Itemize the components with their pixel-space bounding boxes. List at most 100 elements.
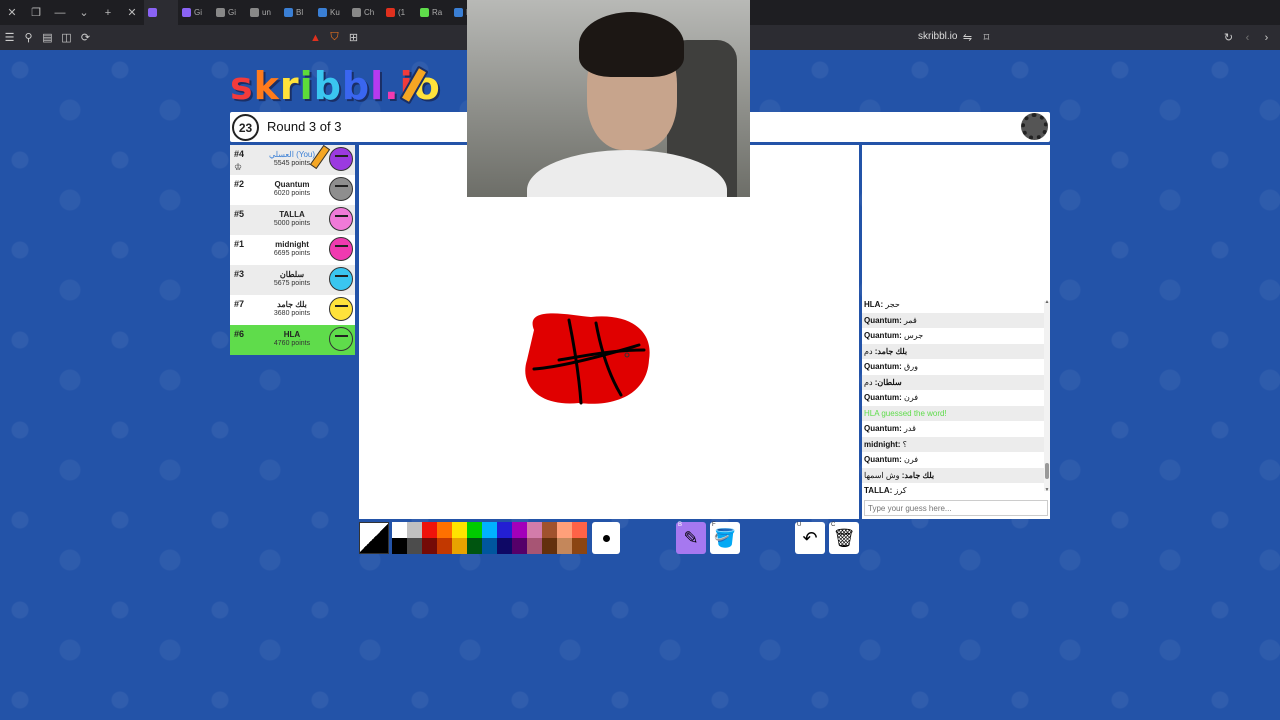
tab-groups-icon[interactable]: ▤ [38,25,57,50]
player-points: 5000 points [273,220,311,227]
pencil-tool-button[interactable]: B ✎ [676,522,706,554]
browser-tab[interactable]: Bl [280,0,314,25]
color-swatch[interactable] [392,522,407,538]
url-text[interactable]: skribbl.io [918,31,957,42]
color-swatch[interactable] [572,538,587,554]
chat-text: حجر [883,300,900,309]
color-swatch[interactable] [542,522,557,538]
new-tab-icon[interactable]: + [96,0,120,25]
tab-favicon-icon [182,8,191,17]
color-swatch[interactable] [437,538,452,554]
close-tab-icon[interactable]: ✕ [120,0,144,25]
color-swatch[interactable] [452,522,467,538]
tab-favicon-icon [284,8,293,17]
chat-scrollbar[interactable]: ▲ ▼ [1044,299,1050,493]
active-tab[interactable] [144,0,178,25]
color-swatch[interactable] [572,522,587,538]
color-swatch[interactable] [467,538,482,554]
player-rank: #1 [234,239,245,249]
color-swatch[interactable] [392,538,407,554]
close-window-icon[interactable]: ✕ [0,0,24,25]
chat-message: HLA: حجر [862,297,1044,313]
browser-tab[interactable]: Ch [348,0,382,25]
player-avatar [329,267,353,291]
color-swatch[interactable] [542,538,557,554]
player-row[interactable]: #7 بلك جامد 3680 points [230,295,355,325]
split-view-icon[interactable]: ◫ [57,25,76,50]
bookmark-icon[interactable]: ⌑ [977,25,996,50]
color-swatch[interactable] [557,538,572,554]
settings-gear-icon[interactable] [1021,113,1048,140]
chat-message: Quantum: قدر [862,421,1044,437]
browser-tab[interactable]: un [246,0,280,25]
chat-panel: HLA: حجر Quantum: قمر Quantum: جرس بلك جامد… [862,145,1050,519]
scroll-up-icon[interactable]: ▲ [1044,299,1050,305]
sidebar-toggle-icon[interactable]: ☰ [0,25,19,50]
browser-tab[interactable]: Ku [314,0,348,25]
color-swatch[interactable] [407,522,422,538]
reload-icon[interactable]: ↻ [1219,25,1238,50]
color-swatch[interactable] [482,538,497,554]
minimize-window-icon[interactable]: — [48,0,72,25]
undo-button[interactable]: U ↶ [795,522,825,554]
player-row[interactable]: #4 ♔ العسلي (You) 5545 points [230,144,355,175]
color-swatch[interactable] [557,522,572,538]
color-swatch[interactable] [497,538,512,554]
color-swatch[interactable] [422,538,437,554]
reader-icon[interactable]: ⊞ [344,25,363,50]
color-swatch[interactable] [467,522,482,538]
chat-text: HLA guessed the word! [864,408,947,418]
browser-tab[interactable]: (1 [382,0,416,25]
pencil-hotkey: B [678,522,683,528]
color-swatch[interactable] [527,522,542,538]
tab-list-chevron-icon[interactable]: ⌄ [72,0,96,25]
color-swatch[interactable] [422,522,437,538]
chat-text: ؟ [900,439,907,449]
undo-icon: ↶ [802,527,818,548]
player-row[interactable]: #2 Quantum 6020 points [230,175,355,205]
player-rank: #2 [234,179,245,189]
drawing-canvas[interactable] [359,145,859,519]
color-swatch[interactable] [437,522,452,538]
color-swatch[interactable] [512,538,527,554]
player-row[interactable]: #6 HLA 4760 points [230,325,355,355]
tab-label: Gi [194,8,202,17]
chat-text: ورق [901,362,918,371]
color-swatch[interactable] [527,538,542,554]
chat-message: سلطان: دم [862,374,1044,390]
scroll-thumb[interactable] [1045,463,1049,479]
player-row[interactable]: #1 midnight 6695 points [230,235,355,265]
back-icon[interactable]: ‹ [1238,25,1257,50]
player-rank: #3 [234,269,245,279]
shield-icon[interactable]: ⛉ [325,25,344,50]
restore-window-icon[interactable]: ❐ [24,0,48,25]
player-avatar [329,207,353,231]
player-avatar [329,177,353,201]
fill-tool-button[interactable]: F 🪣 [710,522,740,554]
pin-icon[interactable]: ⚲ [19,25,38,50]
player-row[interactable]: #5 TALLA 5000 points [230,205,355,235]
browser-tab[interactable]: Gi [178,0,212,25]
guess-input[interactable] [864,500,1048,516]
color-swatch[interactable] [512,522,527,538]
site-settings-icon[interactable]: ⇋ [958,25,977,50]
player-name: Quantum [274,180,310,189]
webcam-overlay [467,0,750,197]
browser-tab[interactable]: Ra [416,0,450,25]
player-rank: #7 [234,299,245,309]
color-swatch[interactable] [482,522,497,538]
color-swatch[interactable] [497,522,512,538]
brush-size-button[interactable] [592,522,620,554]
forward-icon[interactable]: › [1257,25,1276,50]
warning-icon[interactable]: ▲ [306,25,325,50]
browser-tab[interactable]: Gi [212,0,246,25]
clear-canvas-button[interactable]: C 🗑 [829,522,859,554]
color-swatch[interactable] [452,538,467,554]
color-palette [392,522,588,554]
scroll-down-icon[interactable]: ▼ [1044,487,1050,493]
color-swatch[interactable] [407,538,422,554]
tab-label: Gi [228,8,236,17]
undo-hotkey: U [797,522,802,528]
extensions-icon[interactable]: ⟳ [76,25,95,50]
player-row[interactable]: #3 سلطان 5675 points [230,265,355,295]
